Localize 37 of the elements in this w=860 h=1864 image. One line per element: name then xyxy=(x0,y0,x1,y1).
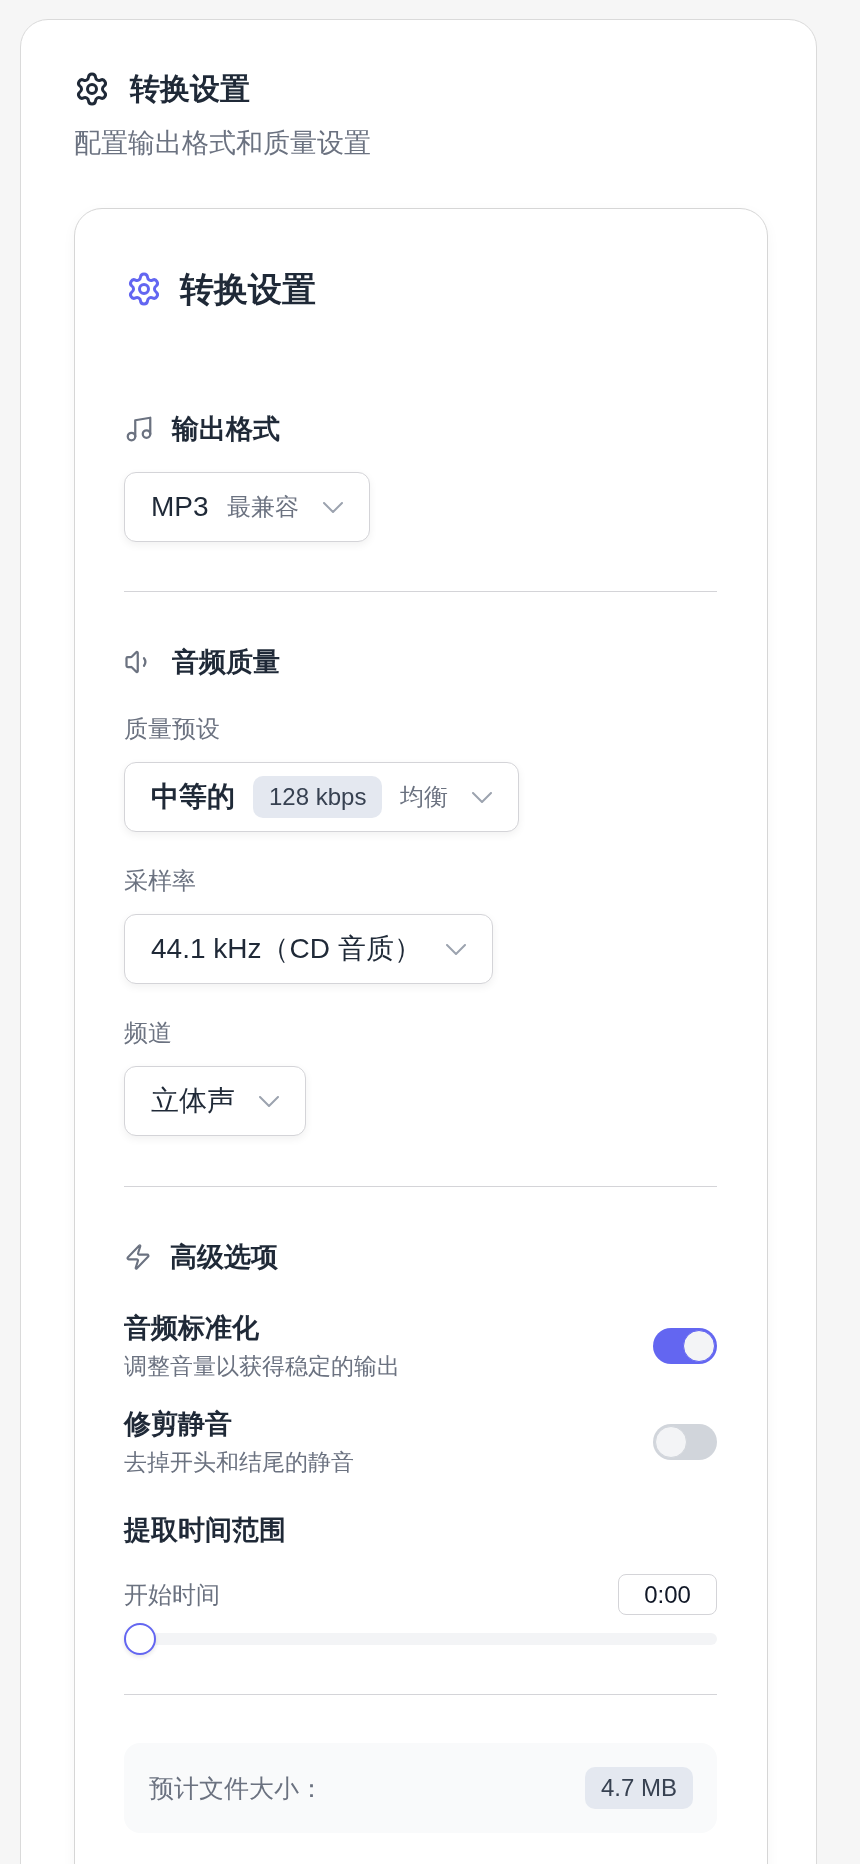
start-time-slider[interactable] xyxy=(124,1623,717,1655)
start-time-field[interactable]: 0:00 xyxy=(618,1574,717,1615)
dropdown-select[interactable]: 立体声 xyxy=(124,1066,306,1136)
field-label: 频道 xyxy=(124,1018,173,1048)
card-subtitle: 配置输出格式和质量设置 xyxy=(74,127,372,160)
settings-icon xyxy=(74,71,110,107)
toggle-switch[interactable] xyxy=(653,1328,717,1364)
option-title: 音频标准化 xyxy=(124,1312,260,1345)
chevron-down-icon xyxy=(445,943,466,955)
dropdown-select[interactable]: 44.1 kHz（CD 音质） xyxy=(124,914,493,984)
toggle-switch[interactable] xyxy=(653,1424,717,1460)
lightning-icon xyxy=(124,1243,152,1271)
field-label: 质量预设 xyxy=(124,714,221,744)
settings-icon xyxy=(126,271,162,307)
option-title: 提取时间范围 xyxy=(124,1514,287,1547)
bitrate-badge: 128 kbps xyxy=(253,776,383,818)
option-title: 修剪静音 xyxy=(124,1408,233,1441)
panel-title: 转换设置 xyxy=(180,269,316,309)
dropdown-select[interactable]: 中等的 128 kbps 均衡 xyxy=(124,762,520,832)
section-title: 音频质量 xyxy=(172,646,280,679)
chevron-down-icon xyxy=(322,501,343,513)
option-description: 去掉开头和结尾的静音 xyxy=(124,1448,354,1477)
section-title: 输出格式 xyxy=(172,413,280,446)
chevron-down-icon xyxy=(259,1095,279,1107)
select-hint: 最兼容 xyxy=(226,492,299,522)
select-hint: 均衡 xyxy=(400,782,449,812)
field-label: 开始时间 xyxy=(124,1579,220,1610)
format-select[interactable]: MP3 最兼容 xyxy=(124,472,370,542)
estimate-label: 预计文件大小： xyxy=(149,1773,324,1804)
field-label: 采样率 xyxy=(124,866,197,896)
option-description: 调整音量以获得稳定的输出 xyxy=(124,1352,400,1381)
card-title: 转换设置 xyxy=(130,71,250,107)
slider-thumb[interactable] xyxy=(124,1623,156,1655)
chevron-down-icon xyxy=(472,791,493,803)
section-title: 高级选项 xyxy=(170,1241,278,1274)
file-size-badge: 4.7 MB xyxy=(584,1767,693,1809)
music-note-icon xyxy=(124,414,154,444)
